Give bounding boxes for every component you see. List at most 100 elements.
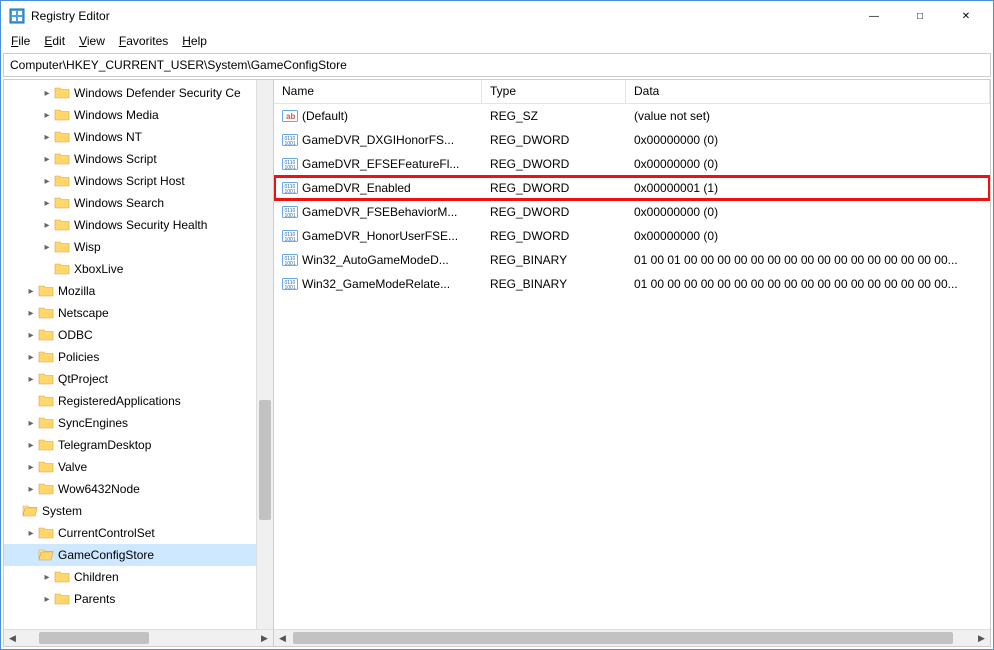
tree-item[interactable]: ▸Valve <box>4 456 273 478</box>
tree-item[interactable]: ▸ Windows NT <box>4 126 273 148</box>
expander-icon[interactable]: ▸ <box>24 484 38 495</box>
tree-horizontal-scrollbar[interactable]: ◀ ▶ <box>4 629 273 646</box>
tree-item[interactable]: ▸Wisp <box>4 236 273 258</box>
expander-icon[interactable]: ▸ <box>40 110 54 121</box>
value-data: 0x00000000 (0) <box>626 157 990 171</box>
minimize-button[interactable]: — <box>851 1 897 31</box>
column-headers: Name Type Data <box>274 80 990 104</box>
tree-item-label: Wow6432Node <box>58 482 140 496</box>
expander-icon[interactable]: ▸ <box>40 242 54 253</box>
tree-item[interactable]: ▸SyncEngines <box>4 412 273 434</box>
menu-view[interactable]: View <box>73 33 111 49</box>
tree-item[interactable]: ▸ODBC <box>4 324 273 346</box>
tree-item[interactable]: ▸Windows Search <box>4 192 273 214</box>
tree-item[interactable]: ▸Windows Script Host <box>4 170 273 192</box>
column-header-name[interactable]: Name <box>274 80 482 103</box>
address-bar[interactable]: Computer\HKEY_CURRENT_USER\System\GameCo… <box>3 53 991 77</box>
folder-icon <box>54 129 70 145</box>
tree-item[interactable]: ▸ QtProject <box>4 368 273 390</box>
value-row[interactable]: GameDVR_EnabledREG_DWORD0x00000001 (1) <box>274 176 990 200</box>
value-row[interactable]: Win32_GameModeRelate...REG_BINARY01 00 0… <box>274 272 990 296</box>
tree-item[interactable]: GameConfigStore <box>4 544 273 566</box>
expander-icon[interactable]: ▸ <box>24 418 38 429</box>
expander-icon[interactable]: ▸ <box>24 374 38 385</box>
value-row[interactable]: GameDVR_DXGIHonorFS...REG_DWORD0x0000000… <box>274 128 990 152</box>
expander-icon[interactable]: ▸ <box>40 176 54 187</box>
list-horizontal-scrollbar[interactable]: ◀ ▶ <box>274 629 990 646</box>
tree-item[interactable]: System <box>4 500 273 522</box>
expander-icon[interactable]: ▸ <box>24 462 38 473</box>
folder-icon <box>38 371 54 387</box>
scrollbar-thumb[interactable] <box>39 632 149 644</box>
value-type: REG_SZ <box>482 109 626 123</box>
folder-icon <box>38 393 54 409</box>
tree-item-label: Windows Security Health <box>74 218 207 232</box>
menu-edit[interactable]: Edit <box>38 33 71 49</box>
menu-favorites[interactable]: Favorites <box>113 33 174 49</box>
tree-item[interactable]: ▸ Wow6432Node <box>4 478 273 500</box>
tree-item[interactable]: ▸Parents <box>4 588 273 610</box>
expander-icon[interactable]: ▸ <box>40 132 54 143</box>
value-row[interactable]: GameDVR_FSEBehaviorM...REG_DWORD0x000000… <box>274 200 990 224</box>
scroll-right-arrow[interactable]: ▶ <box>256 630 273 647</box>
values-pane: Name Type Data (Default)REG_SZ(value not… <box>274 80 990 646</box>
tree-item[interactable]: ▸TelegramDesktop <box>4 434 273 456</box>
expander-icon[interactable]: ▸ <box>24 352 38 363</box>
expander-icon[interactable]: ▸ <box>40 220 54 231</box>
expander-icon[interactable]: ▸ <box>24 528 38 539</box>
registry-tree[interactable]: ▸ Windows Defender Security Ce ▸Windows Me… <box>4 80 273 612</box>
folder-icon <box>38 327 54 343</box>
expander-icon[interactable]: ▸ <box>40 154 54 165</box>
tree-item[interactable]: ▸ Mozilla <box>4 280 273 302</box>
tree-item-label: Windows Defender Security Ce <box>74 86 241 100</box>
tree-item-label: QtProject <box>58 372 108 386</box>
tree-item[interactable]: ▸Netscape <box>4 302 273 324</box>
tree-item[interactable]: ▸ Windows Defender Security Ce <box>4 82 273 104</box>
folder-icon <box>38 283 54 299</box>
maximize-button[interactable]: □ <box>897 1 943 31</box>
tree-item[interactable]: ▸CurrentControlSet <box>4 522 273 544</box>
tree-item[interactable]: ▸ Windows Script <box>4 148 273 170</box>
expander-icon[interactable]: ▸ <box>40 572 54 583</box>
value-row[interactable]: (Default)REG_SZ(value not set) <box>274 104 990 128</box>
value-row[interactable]: Win32_AutoGameModeD...REG_BINARY01 00 01… <box>274 248 990 272</box>
menu-help[interactable]: Help <box>176 33 213 49</box>
column-header-data[interactable]: Data <box>626 80 990 103</box>
menu-file[interactable]: File <box>5 33 36 49</box>
titlebar[interactable]: Registry Editor — □ ✕ <box>1 1 993 31</box>
expander-icon[interactable]: ▸ <box>40 198 54 209</box>
tree-item[interactable]: ▸Windows Media <box>4 104 273 126</box>
tree-item[interactable]: ▸Policies <box>4 346 273 368</box>
content-area: ▸ Windows Defender Security Ce ▸Windows Me… <box>3 79 991 647</box>
scrollbar-thumb[interactable] <box>293 632 953 644</box>
expander-icon[interactable]: ▸ <box>24 330 38 341</box>
close-button[interactable]: ✕ <box>943 1 989 31</box>
binary-value-icon <box>282 132 298 148</box>
expander-icon[interactable]: ▸ <box>24 286 38 297</box>
scrollbar-thumb[interactable] <box>259 400 271 520</box>
scroll-left-arrow[interactable]: ◀ <box>274 630 291 647</box>
value-name: Win32_GameModeRelate... <box>302 277 450 291</box>
expander-icon[interactable]: ▸ <box>40 594 54 605</box>
expander-icon[interactable]: ▸ <box>24 308 38 319</box>
values-list[interactable]: (Default)REG_SZ(value not set)GameDVR_DX… <box>274 104 990 629</box>
tree-item-label: System <box>42 504 82 518</box>
tree-item-label: Mozilla <box>58 284 95 298</box>
tree-item[interactable]: RegisteredApplications <box>4 390 273 412</box>
tree-item[interactable]: ▸Children <box>4 566 273 588</box>
tree-vertical-scrollbar[interactable] <box>256 80 273 629</box>
binary-value-icon <box>282 180 298 196</box>
value-row[interactable]: GameDVR_HonorUserFSE...REG_DWORD0x000000… <box>274 224 990 248</box>
tree-item[interactable]: ▸ Windows Security Health <box>4 214 273 236</box>
scroll-left-arrow[interactable]: ◀ <box>4 630 21 647</box>
column-header-type[interactable]: Type <box>482 80 626 103</box>
expander-icon[interactable]: ▸ <box>40 88 54 99</box>
tree-item-label: Windows NT <box>74 130 142 144</box>
expander-icon[interactable]: ▸ <box>24 440 38 451</box>
tree-item[interactable]: XboxLive <box>4 258 273 280</box>
scroll-right-arrow[interactable]: ▶ <box>973 630 990 647</box>
folder-open-icon <box>38 547 54 563</box>
tree-item-label: Windows Script <box>74 152 157 166</box>
value-row[interactable]: GameDVR_EFSEFeatureFl...REG_DWORD0x00000… <box>274 152 990 176</box>
value-data: (value not set) <box>626 109 990 123</box>
